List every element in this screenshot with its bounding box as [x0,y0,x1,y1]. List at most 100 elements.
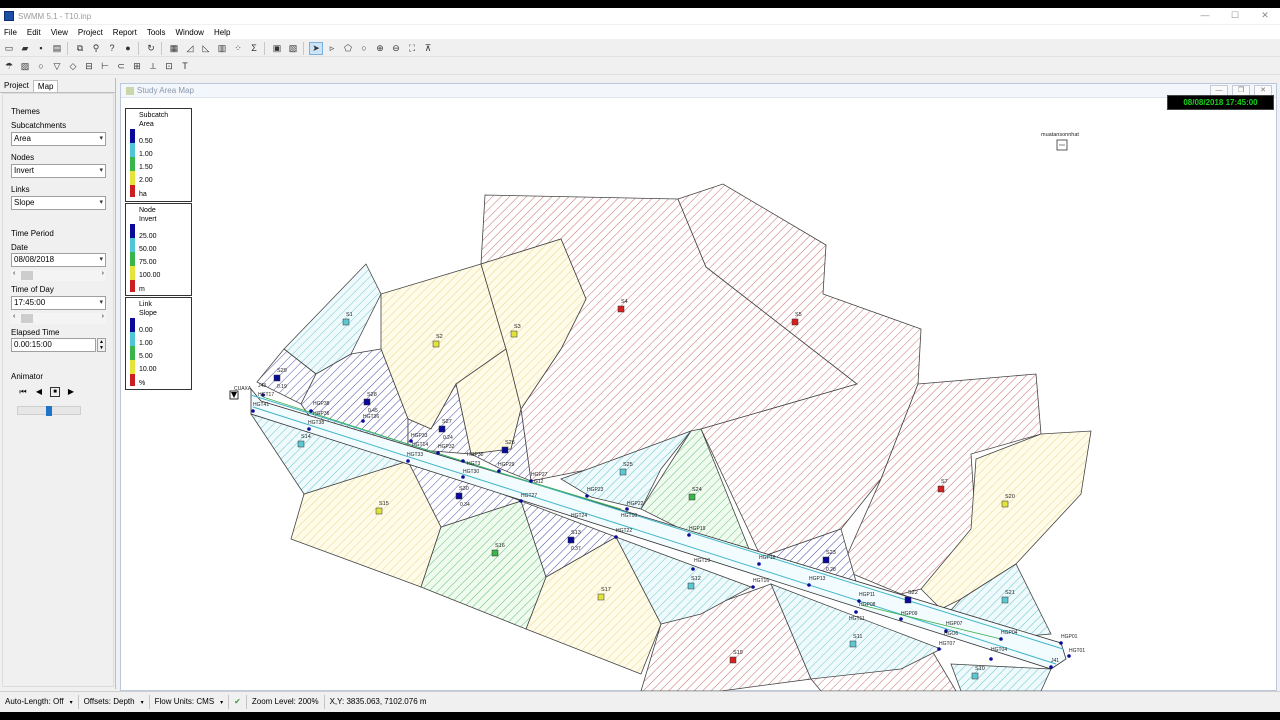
run-icon[interactable]: ● [121,42,135,55]
subcatchment-label: S12 [691,576,701,582]
outfall-node[interactable] [231,392,237,398]
subcatchments-label: Subcatchments [11,121,67,130]
slider-knob[interactable] [46,406,52,416]
animator-label: Animator [11,372,44,381]
open-file-icon[interactable]: ▰ [18,42,32,55]
date-select[interactable]: 08/08/2018 ▾ [11,253,106,267]
chevron-down-icon: ▾ [99,199,103,206]
scroll-right-icon[interactable]: › [102,270,104,277]
subcatchment-label: S22 [908,590,918,596]
menu-view[interactable]: View [47,28,72,37]
select-object-icon[interactable]: ➤ [309,41,323,55]
node-label: HGT33 [407,452,423,458]
table-icon[interactable]: ▥ [215,42,229,55]
links-label: Links [11,185,30,194]
node-label: HGT24 [571,513,587,519]
subcatchment-icon[interactable]: ▨ [18,60,32,73]
statistics-icon[interactable]: Σ [247,42,261,55]
study-area-map-canvas[interactable]: S1 S2 S3 S4 S5 S7 S10 S11 S12 S13 S14 S1… [121,99,1276,691]
chevron-down-icon: ▾ [99,256,103,263]
scroll-left-icon[interactable]: ‹ [13,313,15,320]
elapsed-time-spinner[interactable]: ▲ ▼ [97,338,106,352]
menu-window[interactable]: Window [172,28,208,37]
node-label: HGP22 [627,501,644,507]
auto-length-status[interactable]: Auto-Length: Off ▾ [0,695,79,709]
rain-gage-icon[interactable]: ☂ [2,60,16,73]
elapsed-time-field[interactable]: 0.00:15:00 [11,338,96,352]
profile-plot-icon[interactable]: ◿ [183,42,197,55]
legend-value: 1.50 [139,164,153,171]
scroll-thumb[interactable] [21,314,33,323]
node-label: HGP19 [689,526,706,532]
animation-speed-slider[interactable] [17,406,81,416]
subcatch-legend[interactable]: Subcatch Area 0.50 1.00 1.50 2.00 ha [125,108,192,202]
node-label: HGT36 [363,414,379,420]
legend-value: 5.00 [139,353,153,360]
minimize-button[interactable]: — [1190,8,1220,24]
menu-tools[interactable]: Tools [143,28,170,37]
date-scrollbar[interactable]: ‹ › [11,270,106,281]
window-controls: — ☐ ✕ [1190,8,1280,24]
tab-map[interactable]: Map [32,80,59,92]
maximize-button[interactable]: ☐ [1220,8,1250,24]
flow-units-status[interactable]: Flow Units: CMS ▾ [150,695,230,709]
subcatchment-label: S14 [301,434,311,440]
conduit-icon[interactable]: ⊢ [98,60,112,73]
play-icon[interactable]: ▶ [63,386,79,398]
area-value-label: 0.28 [826,567,836,573]
divider-icon[interactable]: ◇ [66,60,80,73]
scatter-plot-icon[interactable]: ⁘ [231,42,245,55]
options-icon[interactable]: ▣ [270,42,284,55]
close-button[interactable]: ✕ [1250,8,1280,24]
menu-edit[interactable]: Edit [23,28,45,37]
subcatchment-label: S17 [601,587,611,593]
menu-help[interactable]: Help [210,28,234,37]
pump-icon[interactable]: ⊂ [114,60,128,73]
node-label: HGP36 [313,411,330,417]
node-legend[interactable]: Node Invert 25.00 50.00 75.00 100.00 m [125,203,192,296]
zoom-in-icon[interactable]: ⊕ [373,42,387,55]
print-icon[interactable]: ▤ [50,42,64,55]
select-region-icon[interactable]: ⬠ [341,42,355,55]
tab-project[interactable]: Project [0,80,33,92]
scroll-thumb[interactable] [21,271,33,280]
find-icon[interactable]: ⚲ [89,42,103,55]
new-file-icon[interactable]: ▭ [2,42,16,55]
outlet-icon[interactable]: ⊡ [162,60,176,73]
scroll-left-icon[interactable]: ‹ [13,270,15,277]
subcatchment-area[interactable] [950,663,1052,691]
menu-project[interactable]: Project [74,28,107,37]
time-of-day-select[interactable]: 17:45:00 ▾ [11,296,106,310]
weir-icon[interactable]: ⟂ [146,60,160,73]
time-scrollbar[interactable]: ‹ › [11,313,106,324]
menu-file[interactable]: File [0,28,21,37]
select-vertex-icon[interactable]: ▹ [325,42,339,55]
rewind-icon[interactable]: ⏮ [15,386,31,398]
subcatchment-label: S7 [941,479,948,485]
time-series-icon[interactable]: ◺ [199,42,213,55]
offsets-status[interactable]: Offsets: Depth ▾ [79,695,150,709]
refresh-icon[interactable]: ↻ [144,42,158,55]
menu-report[interactable]: Report [109,28,141,37]
pan-icon[interactable]: ○ [357,42,371,55]
save-icon[interactable]: ▪ [34,42,48,55]
copy-icon[interactable]: ⧉ [73,42,87,55]
storage-icon[interactable]: ⊟ [82,60,96,73]
measure-icon[interactable]: ⊼ [421,42,435,55]
scroll-right-icon[interactable]: › [102,313,104,320]
junction-icon[interactable]: ○ [34,60,48,73]
subcatchments-theme-select[interactable]: Area ▾ [11,132,106,146]
back-icon[interactable]: ◀ [31,386,47,398]
query-icon[interactable]: ? [105,42,119,55]
outfall-icon[interactable]: ▽ [50,60,64,73]
links-theme-select[interactable]: Slope ▾ [11,196,106,210]
text-label-icon[interactable]: T [178,60,192,73]
report-icon[interactable]: ▦ [167,42,181,55]
nodes-theme-select[interactable]: Invert ▾ [11,164,106,178]
orifice-icon[interactable]: ⊞ [130,60,144,73]
link-legend[interactable]: Link Slope 0.00 1.00 5.00 10.00 % [125,297,192,390]
full-extent-icon[interactable]: ⛶ [405,42,419,55]
zoom-out-icon[interactable]: ⊖ [389,42,403,55]
stop-icon[interactable]: ■ [50,387,60,397]
arrange-icon[interactable]: ▧ [286,42,300,55]
